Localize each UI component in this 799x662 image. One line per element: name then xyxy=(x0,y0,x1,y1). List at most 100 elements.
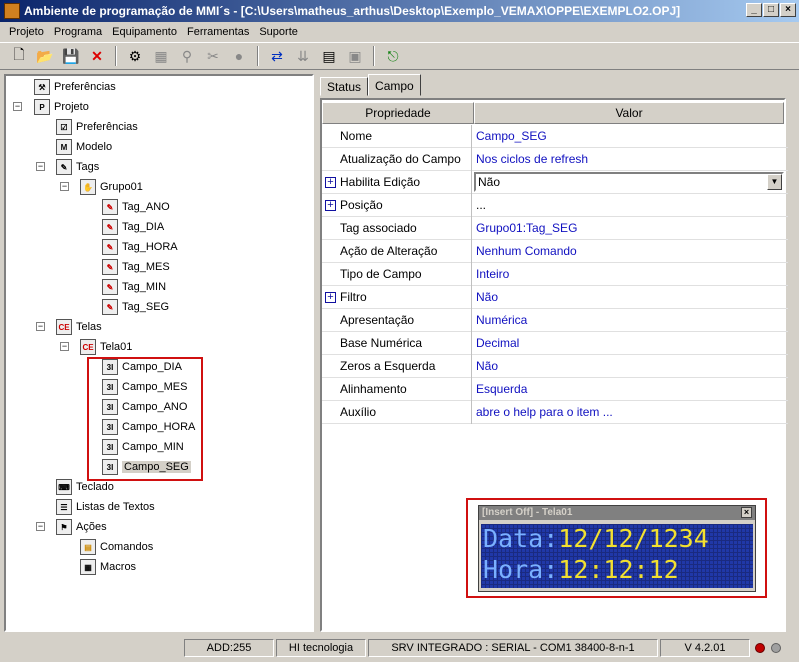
tree-item-tag[interactable]: ✎ Tag_SEG xyxy=(102,298,169,316)
tree-item-preferencias-root[interactable]: ⚒ Preferências xyxy=(34,78,116,96)
screen-preview-window[interactable]: [Insert Off] - Tela01 × Data:12/12/1234 … xyxy=(478,505,756,592)
tree-item-comandos[interactable]: ▤ Comandos xyxy=(80,538,153,556)
property-row[interactable]: + Posição ... xyxy=(322,194,788,217)
minimize-button[interactable]: _ xyxy=(746,3,762,17)
property-row[interactable]: Apresentação Numérica xyxy=(322,309,788,332)
window-title: Ambiente de programação de MMI´s - [C:\U… xyxy=(24,4,681,18)
column-header-propriedade[interactable]: Propriedade xyxy=(322,102,474,124)
tree-item-acoes[interactable]: ⚑ Ações xyxy=(56,518,107,536)
tag-icon: ✎ xyxy=(102,259,118,275)
tree-item-tag[interactable]: ✎ Tag_MIN xyxy=(102,278,166,296)
record-icon[interactable]: ● xyxy=(228,45,250,67)
status-version: V 4.2.01 xyxy=(660,639,750,657)
column-header-valor[interactable]: Valor xyxy=(474,102,784,124)
compile-icon[interactable]: ⚙ xyxy=(124,45,146,67)
tab-campo[interactable]: Campo xyxy=(368,74,421,96)
property-row[interactable]: Auxílio abre o help para o item ... xyxy=(322,401,788,424)
tree-item-tag[interactable]: ✎ Tag_ANO xyxy=(102,198,170,216)
menu-programa[interactable]: Programa xyxy=(49,26,107,38)
lcd-display: Data:12/12/1234 Hora:12:12:12 xyxy=(481,524,753,588)
menu-equipamento[interactable]: Equipamento xyxy=(107,26,182,38)
tree-item-listas[interactable]: ☰ Listas de Textos xyxy=(56,498,155,516)
transfer-icon[interactable]: ⇊ xyxy=(292,45,314,67)
collapse-toggle[interactable]: − xyxy=(60,342,69,351)
tree-item-macros[interactable]: ▦ Macros xyxy=(80,558,136,576)
tags-icon: ✎ xyxy=(56,159,72,175)
collapse-toggle[interactable]: − xyxy=(36,162,45,171)
menu-bar: Projeto Programa Equipamento Ferramentas… xyxy=(0,22,799,42)
property-row[interactable]: Tipo de Campo Inteiro xyxy=(322,263,788,286)
simulate-icon[interactable]: ▤ xyxy=(318,45,340,67)
project-icon: P xyxy=(34,99,50,115)
collapse-toggle[interactable]: − xyxy=(13,102,22,111)
actions-icon: ⚑ xyxy=(56,519,72,535)
property-row[interactable]: Tag associado Grupo01:Tag_SEG xyxy=(322,217,788,240)
commands-icon: ▤ xyxy=(80,539,96,555)
tree-item-projeto[interactable]: P Projeto xyxy=(34,98,89,116)
preview-close-icon[interactable]: × xyxy=(741,507,752,518)
property-row[interactable]: Ação de Alteração Nenhum Comando xyxy=(322,240,788,263)
property-row[interactable]: Alinhamento Esquerda xyxy=(322,378,788,401)
group-icon: ✋ xyxy=(80,179,96,195)
red-led-icon xyxy=(755,643,765,653)
delete-icon[interactable]: ✕ xyxy=(86,45,108,67)
tree-item-telas[interactable]: CE Telas xyxy=(56,318,102,336)
property-row[interactable]: + Filtro Não xyxy=(322,286,788,309)
tree-item-tela01[interactable]: CE Tela01 xyxy=(80,338,132,356)
maximize-button[interactable]: □ xyxy=(763,3,779,17)
property-row[interactable]: Zeros a Esquerda Não xyxy=(322,355,788,378)
preview-title-bar: [Insert Off] - Tela01 × xyxy=(479,506,755,520)
close-button[interactable]: × xyxy=(780,3,796,17)
property-row[interactable]: + Habilita Edição Não ▼ xyxy=(322,171,788,194)
tab-status[interactable]: Status xyxy=(320,77,369,96)
menu-ferramentas[interactable]: Ferramentas xyxy=(182,26,254,38)
tools-icon[interactable]: ✂ xyxy=(202,45,224,67)
menu-projeto[interactable]: Projeto xyxy=(4,26,49,38)
tree-item-preferencias[interactable]: ☑ Preferências xyxy=(56,118,138,136)
tag-icon: ✎ xyxy=(102,279,118,295)
component-icon[interactable]: ▦ xyxy=(150,45,172,67)
model-icon: M xyxy=(56,139,72,155)
tag-icon: ✎ xyxy=(102,199,118,215)
highlight-box-campos xyxy=(87,357,203,481)
new-file-icon[interactable]: 🗋 xyxy=(8,45,30,67)
title-bar: Ambiente de programação de MMI´s - [C:\U… xyxy=(0,0,799,22)
dropdown-arrow-icon[interactable]: ▼ xyxy=(767,174,782,190)
tree-item-tag[interactable]: ✎ Tag_HORA xyxy=(102,238,178,256)
property-row[interactable]: Base Numérica Decimal xyxy=(322,332,788,355)
lcd-label-hora: Hora: xyxy=(483,555,559,584)
tree-item-modelo[interactable]: M Modelo xyxy=(56,138,112,156)
tree-item-tag[interactable]: ✎ Tag_DIA xyxy=(102,218,164,236)
lcd-value-hora: 12:12:12 xyxy=(558,555,679,584)
lcd-label-data: Data: xyxy=(483,524,559,553)
project-tree: ⚒ Preferências − P Projeto ☑ Preferência… xyxy=(4,74,314,632)
exit-icon[interactable]: ⎋ xyxy=(382,45,404,67)
connect-icon[interactable]: ⇄ xyxy=(266,45,288,67)
menu-suporte[interactable]: Suporte xyxy=(254,26,303,38)
collapse-toggle[interactable]: − xyxy=(36,522,45,531)
collapse-toggle[interactable]: − xyxy=(36,322,45,331)
status-address: ADD:255 xyxy=(184,639,274,657)
keyboard-icon: ⌨ xyxy=(56,479,72,495)
tree-item-grupo01[interactable]: ✋ Grupo01 xyxy=(80,178,143,196)
status-bar: ADD:255 HI tecnologia SRV INTEGRADO : SE… xyxy=(0,636,799,660)
property-row[interactable]: Atualização do Campo Nos ciclos de refre… xyxy=(322,148,788,171)
open-folder-icon[interactable]: 📂 xyxy=(34,45,56,67)
screens-icon: CE xyxy=(56,319,72,335)
tree-item-tags[interactable]: ✎ Tags xyxy=(56,158,99,176)
screen-icon: CE xyxy=(80,339,96,355)
status-server: SRV INTEGRADO : SERIAL - COM1 38400-8-n-… xyxy=(368,639,658,657)
property-row[interactable]: Nome Campo_SEG xyxy=(322,125,788,148)
tag-icon: ✎ xyxy=(102,299,118,315)
save-icon[interactable]: 💾 xyxy=(60,45,82,67)
habilita-edicao-select[interactable]: Não ▼ xyxy=(474,172,784,192)
tag-icon: ✎ xyxy=(102,239,118,255)
filter-icon[interactable]: ⚲ xyxy=(176,45,198,67)
tree-item-tag[interactable]: ✎ Tag_MES xyxy=(102,258,170,276)
app-icon xyxy=(4,3,20,19)
list-icon: ☰ xyxy=(56,499,72,515)
tab-strip: Status Campo xyxy=(320,74,421,96)
device-icon[interactable]: ▣ xyxy=(344,45,366,67)
collapse-toggle[interactable]: − xyxy=(60,182,69,191)
lcd-value-data: 12/12/1234 xyxy=(558,524,709,553)
